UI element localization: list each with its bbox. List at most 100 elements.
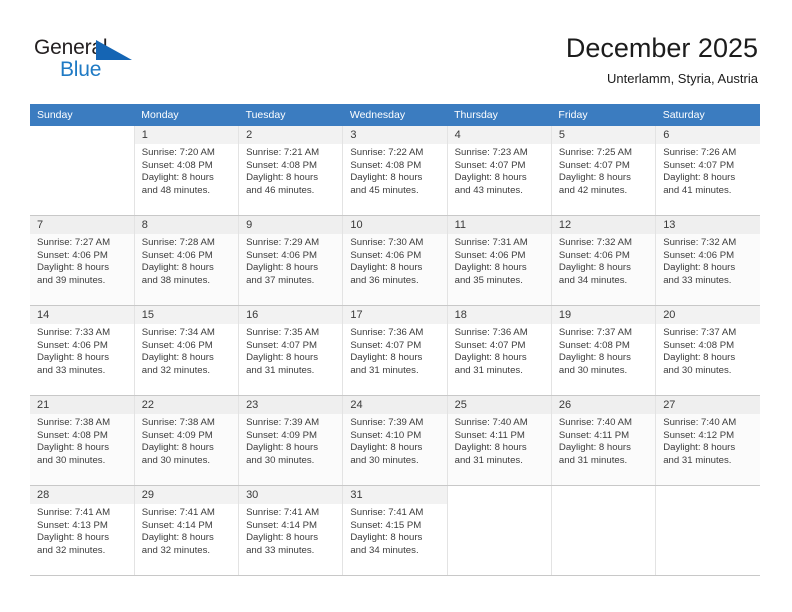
day-details: Sunrise: 7:29 AM Sunset: 4:06 PM Dayligh… <box>239 234 342 287</box>
sunrise-text: Sunrise: 7:37 AM <box>558 327 632 338</box>
sunrise-text: Sunrise: 7:40 AM <box>663 417 737 428</box>
sunrise-text: Sunrise: 7:36 AM <box>454 327 528 338</box>
day-cell[interactable]: 11 Sunrise: 7:31 AM Sunset: 4:06 PM Dayl… <box>447 215 552 306</box>
day-number <box>656 486 760 504</box>
day-details: Sunrise: 7:40 AM Sunset: 4:12 PM Dayligh… <box>656 414 760 467</box>
weekday-header-sunday: Sunday <box>30 104 135 126</box>
logo-text-blue: Blue <box>60 58 102 81</box>
day-cell[interactable]: 3 Sunrise: 7:22 AM Sunset: 4:08 PM Dayli… <box>342 126 448 216</box>
day-cell[interactable]: 23 Sunrise: 7:39 AM Sunset: 4:09 PM Dayl… <box>238 395 344 486</box>
day-details: Sunrise: 7:31 AM Sunset: 4:06 PM Dayligh… <box>448 234 551 287</box>
daylight-text-line2: and 37 minutes. <box>246 274 315 286</box>
day-number: 29 <box>134 486 239 504</box>
daylight-text-line2: and 34 minutes. <box>350 544 419 556</box>
title-block: December 2025 Unterlamm, Styria, Austria <box>566 32 758 88</box>
daylight-text-line2: and 46 minutes. <box>246 184 315 196</box>
daylight-text-line2: and 31 minutes. <box>454 364 523 376</box>
day-cell[interactable]: 24 Sunrise: 7:39 AM Sunset: 4:10 PM Dayl… <box>342 395 448 486</box>
day-cell[interactable]: 31 Sunrise: 7:41 AM Sunset: 4:15 PM Dayl… <box>342 485 448 576</box>
sunset-text: Sunset: 4:06 PM <box>37 249 108 261</box>
day-cell[interactable]: 14 Sunrise: 7:33 AM Sunset: 4:06 PM Dayl… <box>30 305 135 396</box>
sunset-text: Sunset: 4:07 PM <box>454 339 526 351</box>
day-details: Sunrise: 7:36 AM Sunset: 4:07 PM Dayligh… <box>343 324 446 377</box>
daylight-text-line2: and 32 minutes. <box>141 364 211 376</box>
sunrise-text: Sunrise: 7:31 AM <box>454 237 528 248</box>
day-cell[interactable]: 22 Sunrise: 7:38 AM Sunset: 4:09 PM Dayl… <box>134 395 240 486</box>
day-cell[interactable]: 30 Sunrise: 7:41 AM Sunset: 4:14 PM Dayl… <box>238 485 344 576</box>
day-cell[interactable]: 13 Sunrise: 7:32 AM Sunset: 4:06 PM Dayl… <box>655 215 760 306</box>
day-cell[interactable]: 28 Sunrise: 7:41 AM Sunset: 4:13 PM Dayl… <box>30 485 135 576</box>
daylight-text-line1: Daylight: 8 hours <box>141 352 214 364</box>
daylight-text-line2: and 31 minutes. <box>350 364 419 376</box>
day-number: 17 <box>343 306 447 324</box>
day-cell[interactable]: 8 Sunrise: 7:28 AM Sunset: 4:06 PM Dayli… <box>134 215 240 306</box>
day-cell[interactable]: 2 Sunrise: 7:21 AM Sunset: 4:08 PM Dayli… <box>238 126 344 216</box>
calendar-table: Sunday Monday Tuesday Wednesday Thursday… <box>30 104 760 576</box>
day-cell[interactable]: 10 Sunrise: 7:30 AM Sunset: 4:06 PM Dayl… <box>342 215 448 306</box>
daylight-text-line1: Daylight: 8 hours <box>246 172 319 184</box>
sunrise-text: Sunrise: 7:25 AM <box>558 147 632 158</box>
day-number: 7 <box>30 216 134 234</box>
sunset-text: Sunset: 4:06 PM <box>246 249 317 261</box>
daylight-text-line1: Daylight: 8 hours <box>663 442 736 454</box>
sunset-text: Sunset: 4:06 PM <box>350 249 422 261</box>
day-cell[interactable]: 25 Sunrise: 7:40 AM Sunset: 4:11 PM Dayl… <box>447 395 552 486</box>
calendar-page: General Blue December 2025 Unterlamm, St… <box>0 0 792 612</box>
daylight-text-line1: Daylight: 8 hours <box>350 532 423 544</box>
day-cell[interactable]: 18 Sunrise: 7:36 AM Sunset: 4:07 PM Dayl… <box>447 305 552 396</box>
sunset-text: Sunset: 4:06 PM <box>37 339 108 351</box>
daylight-text-line1: Daylight: 8 hours <box>141 442 214 454</box>
day-cell[interactable]: 4 Sunrise: 7:23 AM Sunset: 4:07 PM Dayli… <box>447 126 552 216</box>
day-details: Sunrise: 7:26 AM Sunset: 4:07 PM Dayligh… <box>656 144 760 197</box>
sunrise-text: Sunrise: 7:40 AM <box>558 417 632 428</box>
daylight-text-line2: and 31 minutes. <box>246 364 315 376</box>
sunset-text: Sunset: 4:08 PM <box>663 339 735 351</box>
day-cell[interactable] <box>655 485 760 576</box>
day-number: 14 <box>30 306 134 324</box>
calendar-week-row: 1 Sunrise: 7:20 AM Sunset: 4:08 PM Dayli… <box>30 126 760 216</box>
weekday-header-saturday: Saturday <box>655 104 760 126</box>
daylight-text-line1: Daylight: 8 hours <box>246 442 319 454</box>
sunrise-text: Sunrise: 7:36 AM <box>350 327 424 338</box>
general-blue-logo[interactable]: General Blue <box>34 36 204 90</box>
day-cell[interactable]: 15 Sunrise: 7:34 AM Sunset: 4:06 PM Dayl… <box>134 305 240 396</box>
day-details: Sunrise: 7:22 AM Sunset: 4:08 PM Dayligh… <box>343 144 446 197</box>
day-cell[interactable]: 1 Sunrise: 7:20 AM Sunset: 4:08 PM Dayli… <box>134 126 240 216</box>
day-cell[interactable]: 7 Sunrise: 7:27 AM Sunset: 4:06 PM Dayli… <box>30 215 135 306</box>
day-cell[interactable]: 19 Sunrise: 7:37 AM Sunset: 4:08 PM Dayl… <box>551 305 657 396</box>
day-cell[interactable]: 20 Sunrise: 7:37 AM Sunset: 4:08 PM Dayl… <box>655 305 760 396</box>
sunset-text: Sunset: 4:08 PM <box>37 429 108 441</box>
day-cell[interactable]: 17 Sunrise: 7:36 AM Sunset: 4:07 PM Dayl… <box>342 305 448 396</box>
day-cell[interactable] <box>30 126 135 216</box>
day-details: Sunrise: 7:41 AM Sunset: 4:15 PM Dayligh… <box>343 504 446 557</box>
day-cell[interactable]: 16 Sunrise: 7:35 AM Sunset: 4:07 PM Dayl… <box>238 305 344 396</box>
day-cell[interactable]: 26 Sunrise: 7:40 AM Sunset: 4:11 PM Dayl… <box>551 395 657 486</box>
daylight-text-line2: and 36 minutes. <box>350 274 419 286</box>
day-cell[interactable]: 21 Sunrise: 7:38 AM Sunset: 4:08 PM Dayl… <box>30 395 135 486</box>
sunset-text: Sunset: 4:06 PM <box>141 249 213 261</box>
sunrise-text: Sunrise: 7:33 AM <box>37 327 111 338</box>
day-cell[interactable]: 27 Sunrise: 7:40 AM Sunset: 4:12 PM Dayl… <box>655 395 760 486</box>
daylight-text-line2: and 33 minutes. <box>37 364 106 376</box>
day-number: 2 <box>239 126 343 144</box>
day-cell[interactable]: 5 Sunrise: 7:25 AM Sunset: 4:07 PM Dayli… <box>551 126 657 216</box>
sunrise-text: Sunrise: 7:21 AM <box>246 147 320 158</box>
day-cell[interactable] <box>447 485 552 576</box>
daylight-text-line1: Daylight: 8 hours <box>454 352 527 364</box>
day-cell[interactable]: 12 Sunrise: 7:32 AM Sunset: 4:06 PM Dayl… <box>551 215 657 306</box>
sunrise-text: Sunrise: 7:35 AM <box>246 327 320 338</box>
day-cell[interactable] <box>551 485 657 576</box>
daylight-text-line1: Daylight: 8 hours <box>558 352 631 364</box>
daylight-text-line1: Daylight: 8 hours <box>663 172 736 184</box>
day-cell[interactable]: 9 Sunrise: 7:29 AM Sunset: 4:06 PM Dayli… <box>238 215 344 306</box>
day-details: Sunrise: 7:41 AM Sunset: 4:14 PM Dayligh… <box>239 504 342 557</box>
day-cell[interactable]: 29 Sunrise: 7:41 AM Sunset: 4:14 PM Dayl… <box>134 485 240 576</box>
sunset-text: Sunset: 4:07 PM <box>454 159 526 171</box>
day-cell[interactable]: 6 Sunrise: 7:26 AM Sunset: 4:07 PM Dayli… <box>655 126 760 216</box>
day-number: 13 <box>656 216 760 234</box>
sunset-text: Sunset: 4:15 PM <box>350 519 422 531</box>
daylight-text-line2: and 30 minutes. <box>558 364 628 376</box>
day-number <box>552 486 655 504</box>
sunset-text: Sunset: 4:07 PM <box>663 159 735 171</box>
daylight-text-line2: and 31 minutes. <box>558 454 628 466</box>
